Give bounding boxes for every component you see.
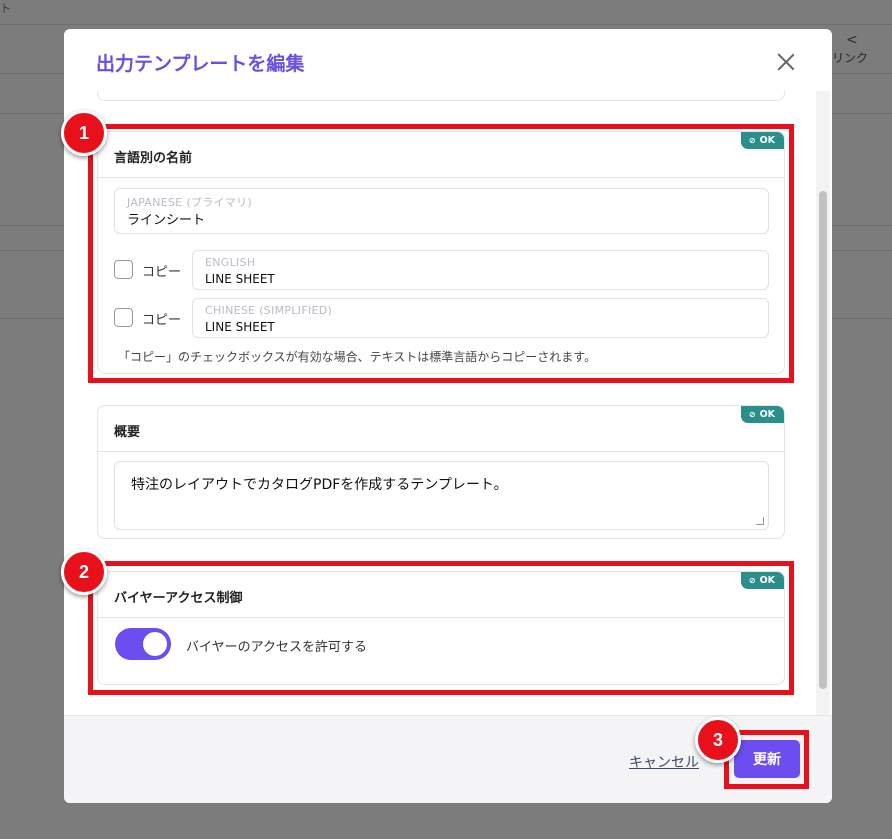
card-title: 概要 — [114, 425, 141, 440]
summary-text: 特注のレイアウトでカタログPDFを作成するテンプレート。 — [131, 477, 508, 493]
step-1-badge: 1 — [61, 110, 107, 156]
step-2-badge: 2 — [61, 549, 107, 595]
cancel-button[interactable]: キャンセル — [629, 752, 699, 772]
summary-textarea[interactable]: 特注のレイアウトでカタログPDFを作成するテンプレート。 — [114, 461, 769, 530]
ok-status-badge: ⊘ OK — [740, 406, 784, 423]
step-3-badge: 3 — [695, 717, 741, 763]
summary-card: 概要 ⊘ OK 特注のレイアウトでカタログPDFを作成するテンプレート。 — [97, 405, 785, 539]
resize-handle-icon[interactable] — [756, 517, 764, 525]
share-link-label: リンク — [832, 51, 869, 65]
background-tab-text: ト — [0, 2, 11, 15]
share-icon: < — [846, 32, 858, 48]
share-link-button[interactable]: < リンク — [832, 32, 892, 66]
highlight-box-step2 — [88, 561, 794, 695]
scrollbar-thumb[interactable] — [819, 191, 827, 689]
check-circle-icon: ⊘ — [748, 410, 756, 419]
close-icon[interactable] — [772, 48, 800, 76]
background-divider — [0, 24, 892, 25]
card-header: 概要 ⊘ OK — [98, 406, 784, 452]
previous-card — [97, 91, 785, 101]
highlight-box-step1 — [88, 124, 794, 383]
modal-title: 出力テンプレートを編集 — [96, 53, 305, 75]
